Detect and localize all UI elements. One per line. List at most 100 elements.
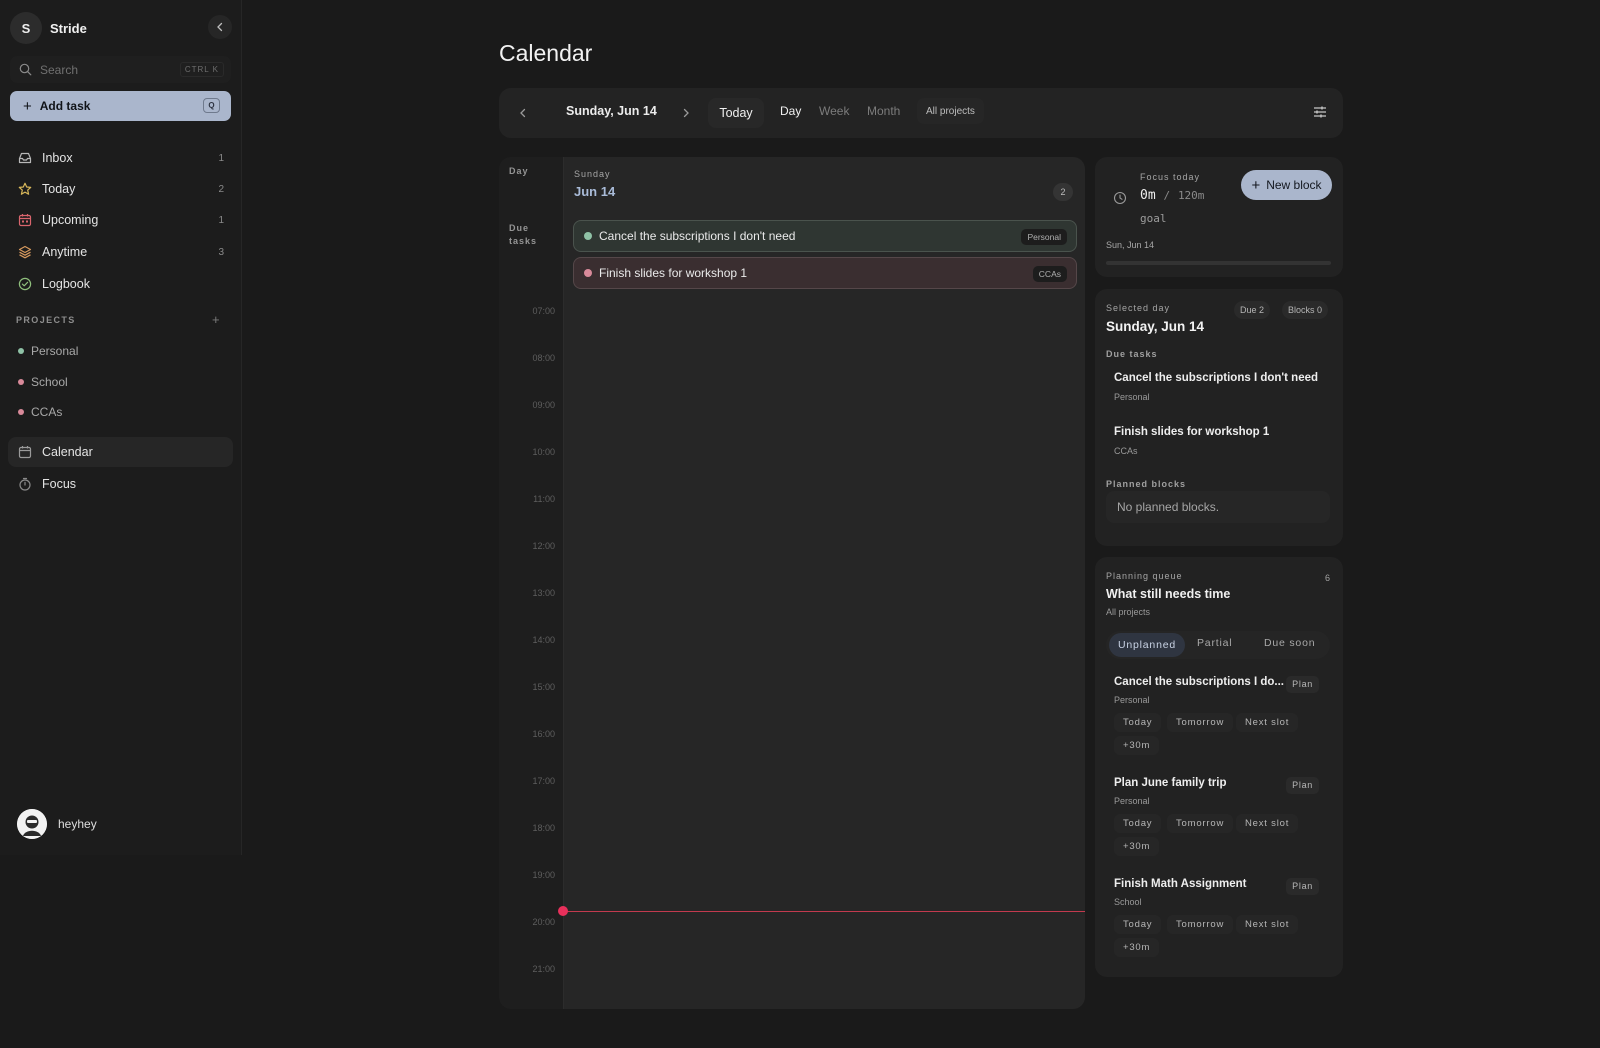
clock-icon	[1113, 191, 1127, 205]
queue-subtitle: All projects	[1106, 607, 1151, 617]
project-color-dot	[584, 232, 592, 240]
workspace-switcher[interactable]: S Stride	[10, 11, 232, 45]
task-title: Finish Math Assignment	[1114, 878, 1247, 890]
add-30m-button[interactable]: +30m	[1114, 837, 1160, 856]
schedule-tomorrow-button[interactable]: Tomorrow	[1167, 814, 1234, 833]
check-circle-icon	[18, 277, 32, 291]
day-column[interactable]: Sunday Jun 14 2 Cancel the subscriptions…	[563, 157, 1085, 1009]
schedule-today-button[interactable]: Today	[1114, 814, 1162, 833]
workspace-avatar: S	[10, 12, 42, 44]
task-title: Cancel the subscriptions I don't need	[1114, 372, 1319, 384]
chevron-left-icon	[520, 108, 526, 118]
view-month-tab[interactable]: Month	[867, 104, 900, 118]
plan-button[interactable]: Plan	[1286, 777, 1319, 794]
previous-day-button[interactable]	[513, 103, 533, 123]
sidebar-project-school[interactable]: School	[18, 375, 68, 389]
sidebar-item-upcoming[interactable]: Upcoming 1	[8, 205, 233, 235]
hour-label: 09:00	[532, 400, 555, 410]
tab-partial[interactable]: Partial	[1197, 637, 1232, 649]
plan-button[interactable]: Plan	[1286, 676, 1319, 693]
collapse-sidebar-button[interactable]	[208, 15, 232, 39]
sidebar-item-calendar[interactable]: Calendar	[8, 437, 233, 467]
add-task-button[interactable]: + Add task Q	[10, 91, 231, 121]
page-title: Calendar	[499, 40, 593, 66]
hour-label: 13:00	[532, 588, 555, 598]
sidebar-project-ccas[interactable]: CCAs	[18, 405, 62, 419]
tab-unplanned[interactable]: Unplanned	[1109, 633, 1185, 657]
sidebar-item-anytime[interactable]: Anytime 3	[8, 237, 233, 267]
task-project: Personal	[1114, 796, 1150, 806]
view-week-tab[interactable]: Week	[819, 104, 849, 118]
stopwatch-icon	[19, 477, 31, 491]
add-30m-button[interactable]: +30m	[1114, 938, 1160, 957]
add-30m-button[interactable]: +30m	[1114, 736, 1160, 755]
focus-progress-bar	[1106, 261, 1331, 265]
add-project-button[interactable]: +	[212, 312, 220, 327]
queue-item[interactable]: Plan June family trip Personal Plan Toda…	[1106, 771, 1330, 863]
new-block-button[interactable]: + New block	[1241, 170, 1332, 200]
schedule-tomorrow-button[interactable]: Tomorrow	[1167, 713, 1234, 732]
sliders-icon	[1314, 106, 1326, 118]
sidebar-item-inbox[interactable]: Inbox 1	[8, 143, 233, 173]
focus-goal-label: goal	[1140, 212, 1167, 225]
queue-item[interactable]: Finish Math Assignment School Plan Today…	[1106, 872, 1330, 964]
search-placeholder: Search	[40, 62, 79, 77]
layers-icon	[18, 245, 32, 259]
due-row-label-line2: tasks	[509, 236, 538, 246]
sidebar-item-focus[interactable]: Focus	[8, 469, 233, 499]
due-task-item[interactable]: Finish slides for workshop 1 CCAs	[1106, 420, 1330, 464]
day-row-label: Day	[509, 166, 529, 176]
project-color-dot	[584, 269, 592, 277]
selected-day-date: Sunday, Jun 14	[1106, 319, 1205, 334]
queue-count: 6	[1324, 573, 1330, 583]
time-column: Day Due tasks 07:00 08:00 09:00 10:00 11:…	[499, 157, 563, 1009]
workspace-name: Stride	[50, 20, 87, 36]
avatar	[17, 809, 47, 839]
plus-icon: +	[23, 97, 32, 115]
schedule-next-slot-button[interactable]: Next slot	[1236, 713, 1299, 732]
hour-label: 07:00	[532, 306, 555, 316]
hour-label: 14:00	[532, 635, 555, 645]
focus-date: Sun, Jun 14	[1106, 240, 1155, 250]
project-filter-button[interactable]: All projects	[917, 98, 984, 124]
today-button[interactable]: Today	[708, 98, 764, 128]
hour-label: 19:00	[532, 870, 555, 880]
schedule-next-slot-button[interactable]: Next slot	[1236, 814, 1299, 833]
task-project: CCAs	[1114, 446, 1138, 456]
next-day-button[interactable]	[676, 103, 696, 123]
due-task-item[interactable]: Cancel the subscriptions I don't need Pe…	[1106, 366, 1330, 410]
queue-item[interactable]: Cancel the subscriptions I do... Persona…	[1106, 670, 1330, 762]
current-time-line	[563, 911, 1085, 912]
tab-due-soon[interactable]: Due soon	[1264, 637, 1315, 649]
selected-day-title: Selected day	[1106, 303, 1171, 313]
star-icon	[18, 182, 32, 195]
search-input[interactable]: Search CTRL K	[10, 56, 231, 83]
plus-icon: +	[1251, 176, 1261, 194]
schedule-next-slot-button[interactable]: Next slot	[1236, 915, 1299, 934]
schedule-today-button[interactable]: Today	[1114, 713, 1162, 732]
view-settings-button[interactable]	[1309, 101, 1331, 123]
queue-heading: What still needs time	[1106, 587, 1231, 601]
schedule-tomorrow-button[interactable]: Tomorrow	[1167, 915, 1234, 934]
hour-label: 21:00	[532, 964, 555, 974]
task-project: School	[1114, 897, 1142, 907]
view-day-tab[interactable]: Day	[780, 104, 801, 118]
sidebar-item-count: 2	[218, 183, 224, 195]
due-task-card[interactable]: Finish slides for workshop 1 CCAs	[573, 257, 1077, 289]
sidebar-item-today[interactable]: Today 2	[8, 174, 233, 204]
hour-label: 17:00	[532, 776, 555, 786]
user-menu[interactable]: heyhey	[17, 809, 97, 839]
calendar-icon	[18, 214, 32, 227]
task-title: Plan June family trip	[1114, 777, 1227, 789]
sidebar-item-label: Calendar	[42, 445, 93, 459]
due-count-badge: 2	[1053, 183, 1073, 201]
sidebar-item-logbook[interactable]: Logbook	[8, 269, 233, 299]
due-task-card[interactable]: Cancel the subscriptions I don't need Pe…	[573, 220, 1077, 252]
schedule-today-button[interactable]: Today	[1114, 915, 1162, 934]
sidebar-project-personal[interactable]: Personal	[18, 344, 78, 358]
sidebar-item-count: 3	[218, 246, 224, 258]
focus-today-panel: Focus today 0m / 120m goal Sun, Jun 14 +…	[1095, 157, 1343, 277]
calendar-icon	[18, 446, 32, 459]
sidebar-item-label: Inbox	[42, 151, 73, 165]
plan-button[interactable]: Plan	[1286, 878, 1319, 895]
